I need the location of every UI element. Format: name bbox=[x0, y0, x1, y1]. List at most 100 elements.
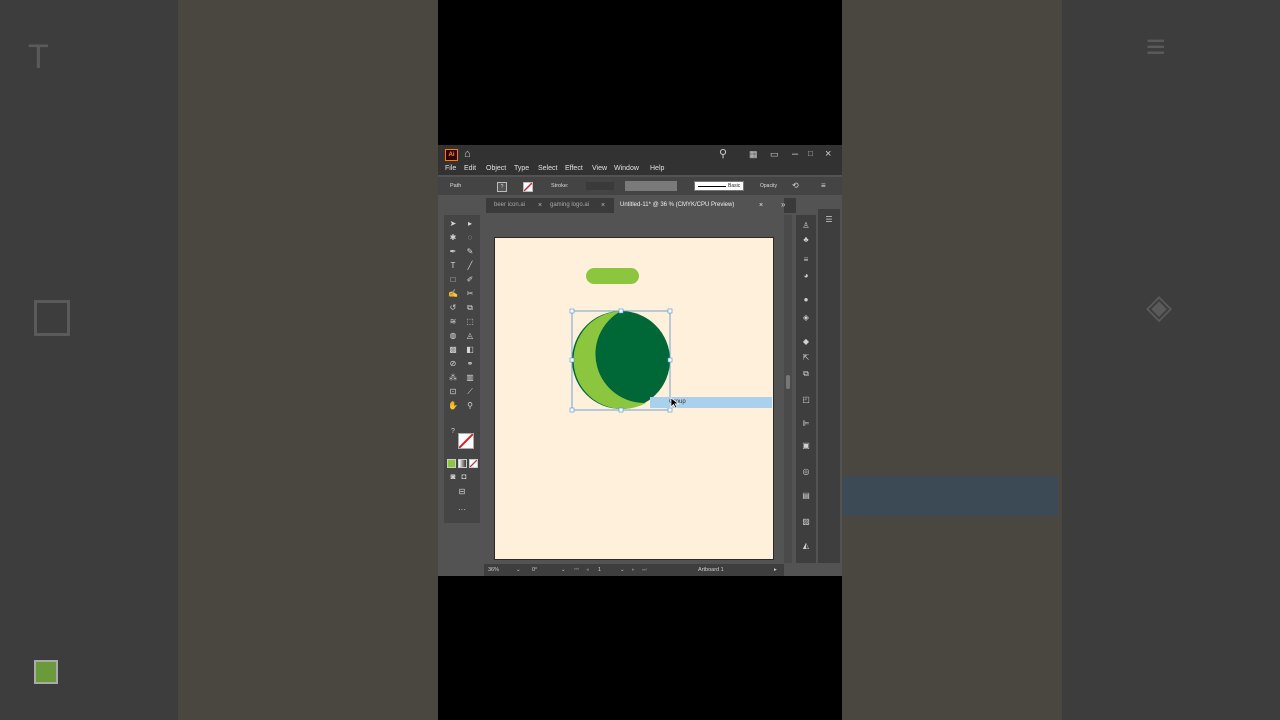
warp-tool-icon[interactable]: ≋ bbox=[447, 317, 459, 327]
stroke-swatch[interactable] bbox=[523, 182, 533, 192]
line-tool-icon[interactable]: ╱ bbox=[464, 261, 476, 271]
appearance-icon[interactable]: ◎ bbox=[801, 467, 811, 477]
symbol-sprayer-tool-icon[interactable]: ⁂ bbox=[447, 373, 459, 383]
minimize-icon[interactable]: – bbox=[792, 145, 798, 163]
zoom-level[interactable]: 36% bbox=[488, 564, 499, 576]
workspace-icon[interactable]: ▭ bbox=[770, 145, 779, 163]
menu-select[interactable]: Select bbox=[538, 163, 557, 175]
selection-handle[interactable] bbox=[569, 407, 575, 413]
hand-tool-icon[interactable]: ✋ bbox=[447, 401, 459, 411]
tab-close-icon[interactable]: × bbox=[538, 198, 542, 213]
artboard-number[interactable]: 1 bbox=[598, 564, 601, 576]
arrange-documents-icon[interactable]: ▦ bbox=[749, 145, 758, 163]
libraries-icon[interactable]: ♣ bbox=[801, 235, 811, 245]
menu-type[interactable]: Type bbox=[514, 163, 529, 175]
tab-beer-icon[interactable]: beer icon.ai bbox=[486, 198, 544, 213]
tab-close-icon[interactable]: × bbox=[601, 198, 605, 213]
selection-tool-icon[interactable]: ➤ bbox=[447, 219, 459, 229]
gradient-tool-icon[interactable]: ◧ bbox=[464, 345, 476, 355]
opacity-label[interactable]: Opacity bbox=[760, 177, 777, 195]
color-icon[interactable]: ◕ bbox=[801, 271, 811, 281]
properties-icon[interactable]: ♙ bbox=[801, 221, 811, 231]
recolor-icon[interactable]: ⟲ bbox=[792, 177, 799, 195]
selection-handle[interactable] bbox=[618, 407, 624, 413]
stroke-none-swatch[interactable] bbox=[458, 433, 474, 449]
zoom-dropdown-icon[interactable]: ⌄ bbox=[516, 564, 521, 576]
edit-toolbar-icon[interactable]: ··· bbox=[456, 505, 468, 515]
swatches-icon[interactable]: ▣ bbox=[801, 441, 811, 451]
artboard-dropdown-icon[interactable]: ⌄ bbox=[620, 564, 625, 576]
rotate-tool-icon[interactable]: ↺ bbox=[447, 303, 459, 313]
menu-effect[interactable]: Effect bbox=[565, 163, 583, 175]
draw-behind-icon[interactable]: ◘ bbox=[458, 472, 470, 482]
pathfinder-icon[interactable]: ◰ bbox=[801, 395, 811, 405]
transform-icon[interactable]: ◈ bbox=[801, 313, 811, 323]
curvature-tool-icon[interactable]: ✎ bbox=[464, 247, 476, 257]
close-icon[interactable]: × bbox=[825, 145, 831, 163]
menu-edit[interactable]: Edit bbox=[464, 163, 476, 175]
fill-swatch[interactable]: ? bbox=[497, 182, 507, 192]
search-icon[interactable]: ⚲ bbox=[719, 145, 727, 163]
next-artboard-icon[interactable]: ▸ bbox=[632, 564, 635, 576]
pen-tool-icon[interactable]: ✒ bbox=[447, 247, 459, 257]
column-graph-tool-icon[interactable]: ▥ bbox=[464, 373, 476, 383]
screen-mode-icon[interactable]: ⊟ bbox=[456, 487, 468, 497]
artboard-tool-icon[interactable]: ⊡ bbox=[447, 387, 459, 397]
prev-artboard-icon[interactable]: ◂ bbox=[586, 564, 589, 576]
direct-selection-tool-icon[interactable]: ▸ bbox=[464, 219, 476, 229]
perspective-grid-tool-icon[interactable]: ◬ bbox=[464, 331, 476, 341]
selection-handle[interactable] bbox=[618, 308, 624, 314]
selection-handle[interactable] bbox=[569, 357, 575, 363]
variable-width-profile[interactable] bbox=[625, 181, 677, 191]
none-mode-swatch[interactable] bbox=[469, 459, 478, 468]
panel-menu-icon[interactable]: ≡ bbox=[821, 177, 826, 195]
properties-panel-icon[interactable]: ☰ bbox=[824, 215, 834, 225]
eyedropper-tool-icon[interactable]: ⊘ bbox=[447, 359, 459, 369]
menu-view[interactable]: View bbox=[592, 163, 607, 175]
vertical-scrollbar[interactable] bbox=[784, 215, 792, 563]
rotation-dropdown-icon[interactable]: ⌄ bbox=[561, 564, 566, 576]
last-artboard-icon[interactable]: ⏭ bbox=[642, 564, 647, 576]
tab-gaming-logo[interactable]: gaming logo.ai bbox=[545, 198, 608, 213]
layers-menu-icon[interactable]: ≡ bbox=[801, 255, 811, 265]
blend-tool-icon[interactable]: ⚭ bbox=[464, 359, 476, 369]
menu-help[interactable]: Help bbox=[650, 163, 664, 175]
tab-close-icon[interactable]: × bbox=[759, 198, 763, 213]
graphic-styles-icon[interactable]: ◭ bbox=[801, 541, 811, 551]
paintbrush-tool-icon[interactable]: ✐ bbox=[464, 275, 476, 285]
selection-handle[interactable] bbox=[667, 308, 673, 314]
scissors-tool-icon[interactable]: ✂ bbox=[464, 289, 476, 299]
magic-wand-tool-icon[interactable]: ✱ bbox=[447, 233, 459, 243]
rectangle-tool-icon[interactable]: □ bbox=[447, 275, 459, 285]
mesh-tool-icon[interactable]: ▩ bbox=[447, 345, 459, 355]
home-icon[interactable]: ⌂ bbox=[464, 145, 471, 163]
gradient-panel-icon[interactable]: ▤ bbox=[801, 491, 811, 501]
shaper-tool-icon[interactable]: ✍ bbox=[447, 289, 459, 299]
brush-definition[interactable]: Basic bbox=[694, 181, 744, 191]
artboards-icon[interactable]: ⧉ bbox=[801, 369, 811, 379]
zoom-tool-icon[interactable]: ⚲ bbox=[464, 401, 476, 411]
slice-tool-icon[interactable]: ⟋ bbox=[464, 387, 476, 397]
menu-file[interactable]: File bbox=[445, 163, 456, 175]
menu-window[interactable]: Window bbox=[614, 163, 639, 175]
first-artboard-icon[interactable]: ⏮ bbox=[574, 564, 579, 576]
shape-builder-tool-icon[interactable]: ◍ bbox=[447, 331, 459, 341]
green-rounded-bar[interactable] bbox=[586, 268, 639, 284]
stroke-panel-icon[interactable]: ● bbox=[801, 295, 811, 305]
lasso-tool-icon[interactable]: ◌ bbox=[464, 233, 476, 243]
free-transform-tool-icon[interactable]: ⬚ bbox=[464, 317, 476, 327]
export-icon[interactable]: ⇱ bbox=[801, 353, 811, 363]
scale-tool-icon[interactable]: ⧉ bbox=[464, 303, 476, 313]
selection-handle[interactable] bbox=[569, 308, 575, 314]
fill-unknown-icon[interactable]: ? bbox=[448, 427, 458, 437]
image-trace-icon[interactable]: ▨ bbox=[801, 517, 811, 527]
type-tool-icon[interactable]: T bbox=[447, 261, 459, 271]
selection-handle[interactable] bbox=[667, 357, 673, 363]
color-mode-swatch[interactable] bbox=[447, 459, 456, 468]
rotation-value[interactable]: 0° bbox=[532, 564, 537, 576]
gradient-mode-swatch[interactable] bbox=[458, 459, 467, 468]
stroke-weight-field[interactable] bbox=[586, 182, 614, 190]
status-menu-icon[interactable]: ▸ bbox=[774, 564, 777, 576]
menu-object[interactable]: Object bbox=[486, 163, 506, 175]
more-tabs-icon[interactable]: » bbox=[781, 196, 785, 214]
